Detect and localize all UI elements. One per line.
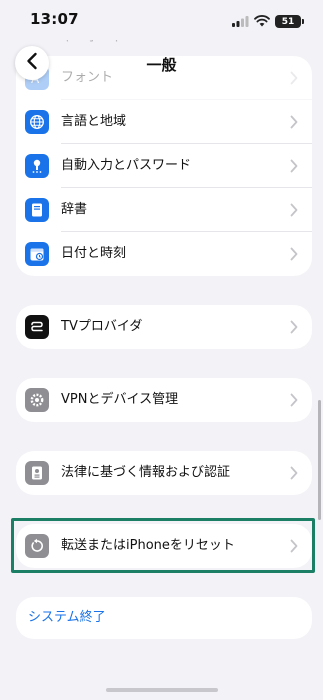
status-time: 13:07	[30, 10, 79, 28]
settings-row-label: 自動入力とパスワード	[61, 158, 192, 173]
gear-icon	[25, 388, 49, 412]
chevron-right-icon	[290, 159, 298, 173]
scroll-indicator[interactable]	[318, 400, 321, 520]
shutdown-button[interactable]: システム終了	[28, 597, 106, 639]
settings-row-tv-provider[interactable]: TVプロバイダ	[16, 305, 312, 349]
chevron-right-icon	[290, 115, 298, 129]
key-icon	[25, 154, 49, 178]
settings-group-shutdown: システム終了	[16, 597, 312, 639]
status-bar: 13:07 51	[0, 0, 323, 40]
tv-provider-icon	[25, 315, 49, 339]
certificate-icon	[25, 461, 49, 485]
signal-icon	[232, 12, 249, 31]
settings-group-reset: 転送またはiPhoneをリセット	[16, 524, 312, 568]
settings-row-transfer-reset-iphone[interactable]: 転送またはiPhoneをリセット	[16, 524, 312, 568]
settings-row-dictionary[interactable]: 辞書	[16, 188, 312, 232]
settings-row-label: 転送またはiPhoneをリセット	[61, 538, 235, 553]
settings-row-label: 日付と時刻	[61, 246, 127, 261]
settings-group-vpn: VPNとデバイス管理	[16, 378, 312, 422]
settings-row-label: 言語と地域	[61, 114, 127, 129]
chevron-right-icon	[290, 247, 298, 261]
settings-row-language-region[interactable]: 言語と地域	[16, 100, 312, 144]
chevron-right-icon	[290, 203, 298, 217]
status-icons: 51	[232, 12, 304, 31]
wifi-icon	[254, 12, 270, 31]
settings-row-label: TVプロバイダ	[61, 319, 143, 334]
chevron-right-icon	[290, 539, 298, 553]
settings-row-autofill-passwords[interactable]: 自動入力とパスワード	[16, 144, 312, 188]
reset-icon	[25, 534, 49, 558]
settings-row-legal-regulatory[interactable]: 法律に基づく情報および認証	[16, 451, 312, 495]
battery-icon: 51	[275, 15, 304, 28]
chevron-right-icon	[290, 393, 298, 407]
navigation-bar: 一般	[0, 40, 323, 92]
book-icon	[25, 198, 49, 222]
settings-row-label: 辞書	[61, 202, 88, 217]
chevron-right-icon	[290, 466, 298, 480]
settings-group-legal: 法律に基づく情報および認証	[16, 451, 312, 495]
calendar-icon	[25, 242, 49, 266]
settings-row-label: VPNとデバイス管理	[61, 392, 179, 407]
page-title: 一般	[146, 56, 177, 74]
settings-group-tv: TVプロバイダ	[16, 305, 312, 349]
settings-row-label: 法律に基づく情報および認証	[61, 465, 231, 480]
settings-row-date-time[interactable]: 日付と時刻	[16, 232, 312, 276]
home-indicator	[106, 688, 218, 692]
globe-icon	[25, 110, 49, 134]
chevron-right-icon	[290, 320, 298, 334]
settings-row-vpn-device-management[interactable]: VPNとデバイス管理	[16, 378, 312, 422]
